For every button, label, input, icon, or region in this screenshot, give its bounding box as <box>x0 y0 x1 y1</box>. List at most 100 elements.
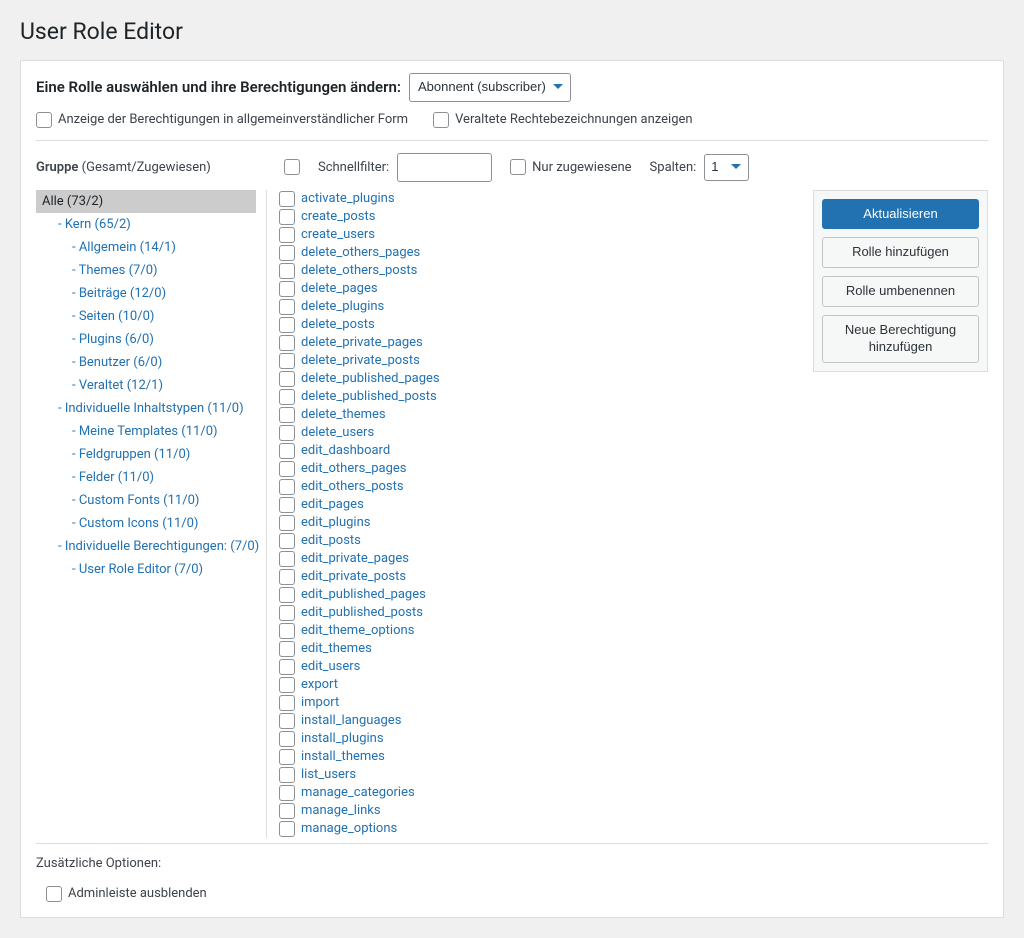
capability-checkbox[interactable] <box>279 515 295 531</box>
tree-item[interactable]: - User Role Editor (7/0) <box>36 558 256 581</box>
tree-item[interactable]: - Custom Fonts (11/0) <box>36 489 256 512</box>
tree-item[interactable]: - Meine Templates (11/0) <box>36 420 256 443</box>
capability-checkbox[interactable] <box>279 785 295 801</box>
capability-checkbox[interactable] <box>279 407 295 423</box>
role-select[interactable]: Abonnent (subscriber) <box>409 73 571 102</box>
capability-label[interactable]: import <box>301 695 339 711</box>
select-all-checkbox[interactable] <box>284 159 300 175</box>
capability-checkbox[interactable] <box>279 767 295 783</box>
capability-checkbox[interactable] <box>279 245 295 261</box>
capability-label[interactable]: edit_others_posts <box>301 479 404 495</box>
deprecated-checkbox[interactable] <box>433 112 449 128</box>
capability-label[interactable]: manage_options <box>301 821 397 837</box>
capability-label[interactable]: delete_posts <box>301 317 375 333</box>
capability-label[interactable]: install_plugins <box>301 731 384 747</box>
tree-item[interactable]: - Plugins (6/0) <box>36 328 256 351</box>
capability-checkbox[interactable] <box>279 713 295 729</box>
capability-label[interactable]: edit_others_pages <box>301 461 406 477</box>
hide-adminbar-checkbox[interactable] <box>46 886 62 902</box>
capability-checkbox[interactable] <box>279 227 295 243</box>
tree-item[interactable]: Alle (73/2) <box>36 190 256 213</box>
capability-label[interactable]: edit_themes <box>301 641 372 657</box>
tree-item[interactable]: - Felder (11/0) <box>36 466 256 489</box>
capability-checkbox[interactable] <box>279 821 295 837</box>
capability-checkbox[interactable] <box>279 605 295 621</box>
capability-checkbox[interactable] <box>279 299 295 315</box>
capability-label[interactable]: edit_published_posts <box>301 605 423 621</box>
capability-checkbox[interactable] <box>279 551 295 567</box>
capability-label[interactable]: create_users <box>301 227 375 243</box>
tree-item[interactable]: - Seiten (10/0) <box>36 305 256 328</box>
tree-item[interactable]: - Themes (7/0) <box>36 259 256 282</box>
capability-checkbox[interactable] <box>279 659 295 675</box>
capability-label[interactable]: delete_published_pages <box>301 371 440 387</box>
capability-checkbox[interactable] <box>279 803 295 819</box>
capability-checkbox[interactable] <box>279 317 295 333</box>
capability-checkbox[interactable] <box>279 209 295 225</box>
tree-item[interactable]: - Feldgruppen (11/0) <box>36 443 256 466</box>
capability-label[interactable]: install_languages <box>301 713 401 729</box>
capability-label[interactable]: edit_theme_options <box>301 623 414 639</box>
tree-item[interactable]: - Custom Icons (11/0) <box>36 512 256 535</box>
capability-label[interactable]: delete_others_pages <box>301 245 420 261</box>
capability-checkbox[interactable] <box>279 461 295 477</box>
rename-role-button[interactable]: Rolle umbenennen <box>822 276 979 307</box>
add-capability-button[interactable]: Neue Berechtigung hinzufügen <box>822 315 979 363</box>
tree-item[interactable]: - Individuelle Berechtigungen: (7/0) <box>36 535 256 558</box>
capability-checkbox[interactable] <box>279 587 295 603</box>
add-role-button[interactable]: Rolle hinzufügen <box>822 237 979 268</box>
capability-checkbox[interactable] <box>279 731 295 747</box>
capability-label[interactable]: edit_private_posts <box>301 569 406 585</box>
only-assigned-checkbox[interactable] <box>510 159 526 175</box>
tree-item[interactable]: - Kern (65/2) <box>36 213 256 236</box>
update-button[interactable]: Aktualisieren <box>822 199 979 230</box>
capability-checkbox[interactable] <box>279 749 295 765</box>
capability-label[interactable]: manage_categories <box>301 785 415 801</box>
capability-label[interactable]: edit_plugins <box>301 515 370 531</box>
capability-checkbox[interactable] <box>279 371 295 387</box>
quickfilter-input[interactable] <box>397 153 492 182</box>
capability-checkbox[interactable] <box>279 389 295 405</box>
capability-checkbox[interactable] <box>279 191 295 207</box>
capability-label[interactable]: edit_posts <box>301 533 361 549</box>
capability-checkbox[interactable] <box>279 335 295 351</box>
tree-item[interactable]: - Beiträge (12/0) <box>36 282 256 305</box>
tree-item[interactable]: - Benutzer (6/0) <box>36 351 256 374</box>
capability-checkbox[interactable] <box>279 479 295 495</box>
capability-checkbox[interactable] <box>279 533 295 549</box>
capability-label[interactable]: edit_pages <box>301 497 364 513</box>
capability-checkbox[interactable] <box>279 443 295 459</box>
capability-label[interactable]: edit_users <box>301 659 360 675</box>
capability-label[interactable]: delete_published_posts <box>301 389 437 405</box>
capability-checkbox[interactable] <box>279 281 295 297</box>
capability-checkbox[interactable] <box>279 641 295 657</box>
tree-item[interactable]: - Individuelle Inhaltstypen (11/0) <box>36 397 256 420</box>
capability-checkbox[interactable] <box>279 695 295 711</box>
capability-label[interactable]: delete_others_posts <box>301 263 417 279</box>
tree-item[interactable]: - Allgemein (14/1) <box>36 236 256 259</box>
capability-label[interactable]: edit_private_pages <box>301 551 409 567</box>
capability-label[interactable]: delete_pages <box>301 281 378 297</box>
capability-checkbox[interactable] <box>279 425 295 441</box>
capability-label[interactable]: activate_plugins <box>301 191 395 207</box>
capability-label[interactable]: delete_users <box>301 425 374 441</box>
capability-label[interactable]: delete_themes <box>301 407 386 423</box>
capability-label[interactable]: delete_private_posts <box>301 353 420 369</box>
capability-checkbox[interactable] <box>279 569 295 585</box>
capability-label[interactable]: delete_private_pages <box>301 335 423 351</box>
capability-label[interactable]: install_themes <box>301 749 385 765</box>
human-readable-checkbox[interactable] <box>36 112 52 128</box>
capability-label[interactable]: export <box>301 677 338 693</box>
capability-checkbox[interactable] <box>279 353 295 369</box>
capability-checkbox[interactable] <box>279 677 295 693</box>
capability-checkbox[interactable] <box>279 497 295 513</box>
capability-checkbox[interactable] <box>279 623 295 639</box>
columns-select[interactable]: 1 <box>704 154 749 181</box>
capability-label[interactable]: edit_published_pages <box>301 587 426 603</box>
tree-item[interactable]: - Veraltet (12/1) <box>36 374 256 397</box>
capability-checkbox[interactable] <box>279 263 295 279</box>
capability-label[interactable]: create_posts <box>301 209 375 225</box>
capability-label[interactable]: list_users <box>301 767 356 783</box>
capability-label[interactable]: edit_dashboard <box>301 443 390 459</box>
capability-label[interactable]: delete_plugins <box>301 299 384 315</box>
